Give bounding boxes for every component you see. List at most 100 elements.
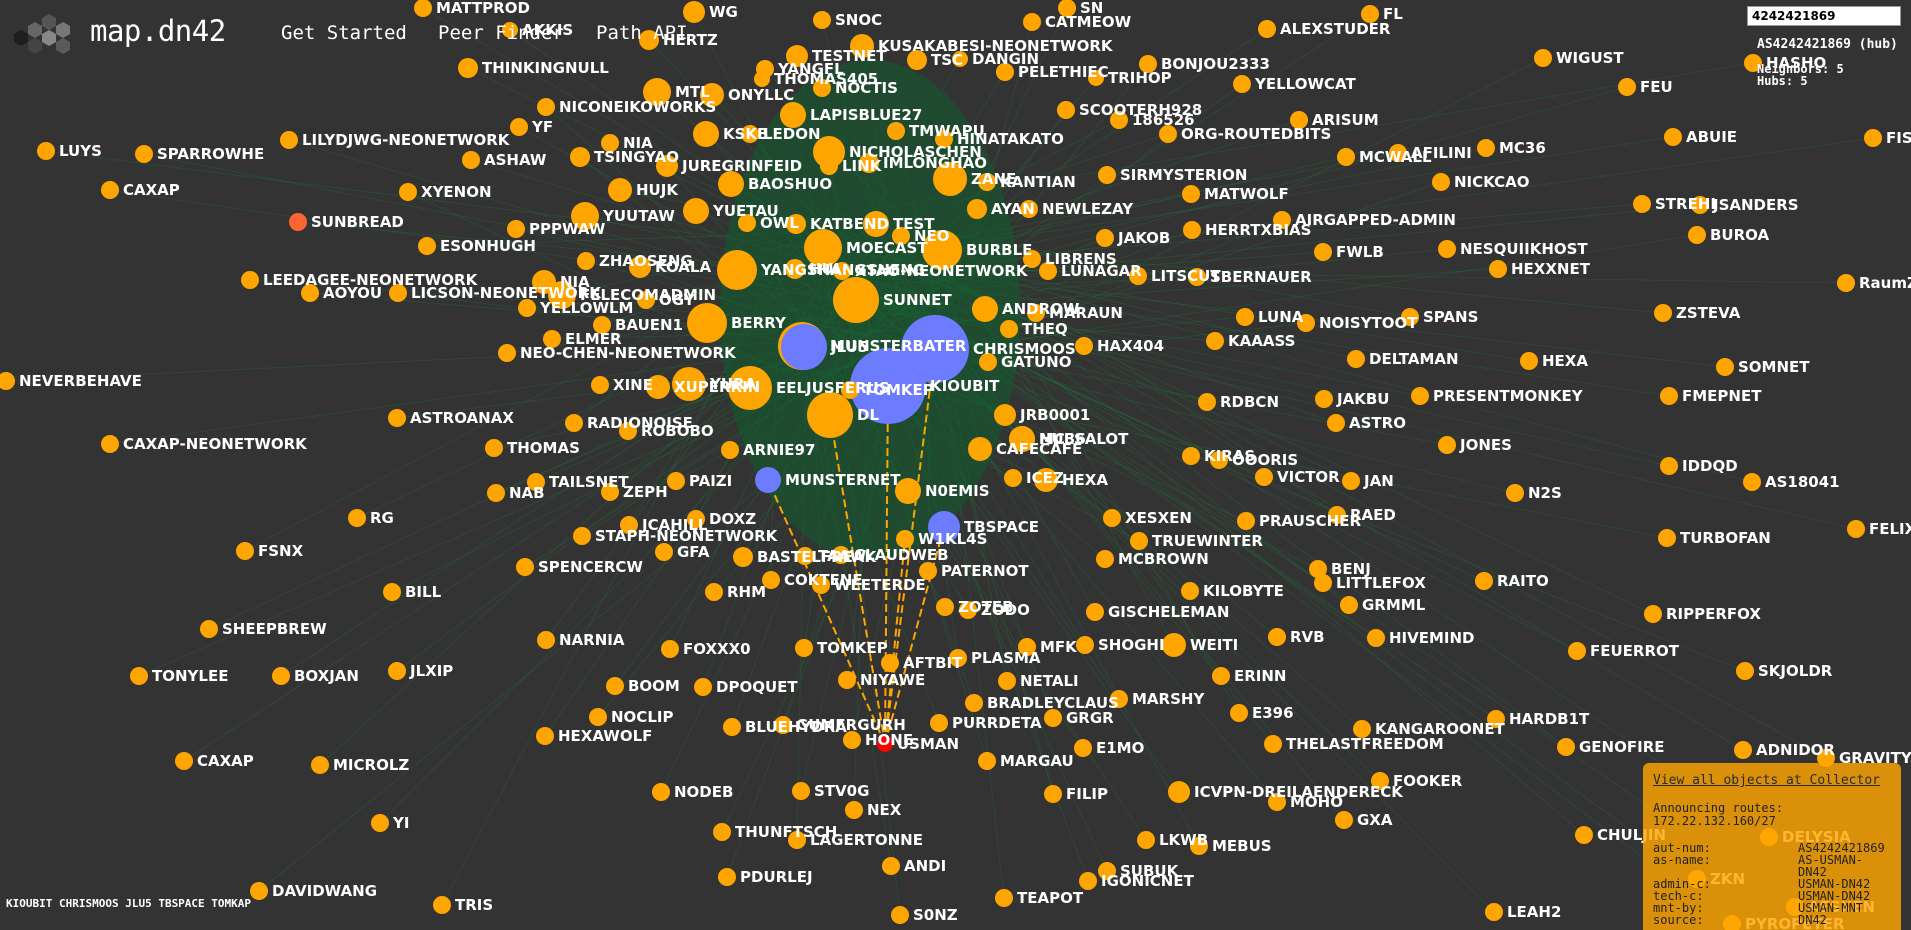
graph-node-label[interactable]: NEX: [867, 801, 902, 819]
graph-node-label[interactable]: STV0G: [814, 782, 869, 800]
graph-node-label[interactable]: MCBROWN: [1118, 550, 1209, 568]
graph-node-label[interactable]: WG: [709, 3, 738, 21]
graph-node[interactable]: [536, 727, 554, 745]
graph-node-label[interactable]: NEVERBEHAVE: [19, 372, 142, 390]
graph-node[interactable]: [755, 467, 781, 493]
graph-node-label[interactable]: MOHO: [1290, 793, 1343, 811]
graph-node[interactable]: [721, 441, 739, 459]
graph-node-label[interactable]: LINK: [842, 157, 883, 175]
graph-node[interactable]: [705, 583, 723, 601]
graph-node-label[interactable]: IGONICNET: [1101, 872, 1195, 890]
graph-node[interactable]: [1411, 387, 1429, 405]
collector-link[interactable]: View all objects at Collector: [1653, 773, 1891, 788]
graph-node[interactable]: [577, 252, 595, 270]
graph-node[interactable]: [130, 667, 148, 685]
graph-node[interactable]: [1075, 337, 1093, 355]
graph-node-label[interactable]: CAXAP: [197, 752, 254, 770]
graph-node[interactable]: [813, 11, 831, 29]
graph-node[interactable]: [1340, 596, 1358, 614]
graph-node-label[interactable]: MFK: [1040, 638, 1078, 656]
graph-node-label[interactable]: E396: [1252, 704, 1294, 722]
graph-node[interactable]: [972, 296, 998, 322]
graph-node-label[interactable]: KIOUBIT: [930, 377, 1000, 395]
graph-node-label[interactable]: BILL: [405, 583, 442, 601]
graph-node[interactable]: [1432, 173, 1450, 191]
graph-node[interactable]: [967, 199, 987, 219]
asn-search-input[interactable]: [1747, 6, 1901, 26]
graph-node-label[interactable]: LILYDJWG-NEONETWORK: [302, 131, 511, 149]
graph-node[interactable]: [485, 439, 503, 457]
graph-node[interactable]: [1162, 633, 1186, 657]
graph-node-label[interactable]: ICEZ: [1026, 469, 1064, 487]
graph-node[interactable]: [792, 782, 810, 800]
graph-node-label[interactable]: FMEPNET: [1682, 387, 1762, 405]
graph-node-label[interactable]: SHEEPBREW: [222, 620, 327, 638]
graph-node-label[interactable]: ERINN: [1234, 667, 1287, 685]
graph-node-label[interactable]: GRGR: [1066, 709, 1114, 727]
graph-node[interactable]: [1103, 509, 1121, 527]
graph-node[interactable]: [995, 889, 1013, 907]
graph-node-label[interactable]: CATMEOW: [1045, 13, 1132, 31]
graph-node[interactable]: [175, 752, 193, 770]
graph-node-label[interactable]: N2S: [1528, 484, 1562, 502]
graph-node-label[interactable]: ALEXSTUDER: [1280, 20, 1391, 38]
graph-node-label[interactable]: XTAO-NEONETWORK: [855, 262, 1029, 280]
graph-node-label[interactable]: JSANDERS: [1712, 196, 1799, 214]
graph-node[interactable]: [1485, 903, 1503, 921]
graph-node-label[interactable]: RIPPERFOX: [1666, 605, 1761, 623]
graph-node-label[interactable]: HEXXNET: [1511, 260, 1591, 278]
nav-get-started[interactable]: Get Started: [281, 22, 407, 44]
graph-node-label[interactable]: OOORIS: [1232, 451, 1298, 469]
graph-node[interactable]: [487, 484, 505, 502]
graph-node-label[interactable]: JLU5: [830, 338, 868, 356]
graph-node[interactable]: [652, 783, 670, 801]
graph-node[interactable]: [891, 906, 909, 924]
graph-node[interactable]: [272, 667, 290, 685]
graph-node[interactable]: [348, 509, 366, 527]
graph-node-label[interactable]: BERRY: [731, 314, 787, 332]
graph-node[interactable]: [1557, 738, 1575, 756]
graph-node-label[interactable]: JAN: [1363, 472, 1394, 490]
graph-node[interactable]: [1438, 240, 1456, 258]
graph-node[interactable]: [1520, 352, 1538, 370]
graph-node[interactable]: [433, 896, 451, 914]
graph-node-label[interactable]: ASTRO: [1349, 414, 1406, 432]
graph-node[interactable]: [978, 752, 996, 770]
graph-node-label[interactable]: PURRDETA: [952, 714, 1042, 732]
graph-node[interactable]: [1233, 75, 1251, 93]
graph-node-label[interactable]: LAPISBLUE27: [810, 106, 922, 124]
graph-node[interactable]: [101, 181, 119, 199]
graph-node-label[interactable]: ZODO: [981, 601, 1030, 619]
graph-node-label[interactable]: TURBOFAN: [1680, 529, 1771, 547]
graph-node[interactable]: [236, 542, 254, 560]
graph-node[interactable]: [1076, 636, 1094, 654]
graph-node-label[interactable]: BAOSHUO: [748, 175, 832, 193]
graph-node[interactable]: [1212, 667, 1230, 685]
graph-node[interactable]: [1181, 582, 1199, 600]
graph-node[interactable]: [589, 708, 607, 726]
graph-node[interactable]: [1314, 574, 1332, 592]
graph-node[interactable]: [1198, 393, 1216, 411]
graph-node[interactable]: [1734, 741, 1752, 759]
graph-node-label[interactable]: DAVIDWANG: [272, 882, 377, 900]
graph-node-label[interactable]: MOECAST: [846, 239, 928, 257]
graph-node-label[interactable]: BOXJAN: [294, 667, 359, 685]
graph-node-label[interactable]: PAIZI: [689, 472, 732, 490]
graph-node[interactable]: [388, 409, 406, 427]
graph-node[interactable]: [1716, 358, 1734, 376]
graph-node[interactable]: [570, 147, 590, 167]
graph-node-label[interactable]: AIRGAPPED-ADMIN: [1295, 211, 1456, 229]
graph-node-label[interactable]: TAILSNET: [549, 473, 629, 491]
graph-node-label[interactable]: BAUEN1: [615, 316, 683, 334]
graph-node[interactable]: [1534, 49, 1552, 67]
graph-node-label[interactable]: SBERNAUER: [1210, 268, 1312, 286]
graph-node-label[interactable]: WIGUST: [1556, 49, 1624, 67]
graph-node[interactable]: [1736, 662, 1754, 680]
graph-node[interactable]: [683, 198, 709, 224]
graph-node-label[interactable]: ZEPH: [623, 483, 668, 501]
graph-node-label[interactable]: NOCTIS: [835, 79, 898, 97]
graph-node[interactable]: [1337, 148, 1355, 166]
graph-node-label[interactable]: RG: [370, 509, 394, 527]
graph-node-label[interactable]: FILIP: [1066, 785, 1108, 803]
graph-node-label[interactable]: STREHI: [1655, 195, 1716, 213]
